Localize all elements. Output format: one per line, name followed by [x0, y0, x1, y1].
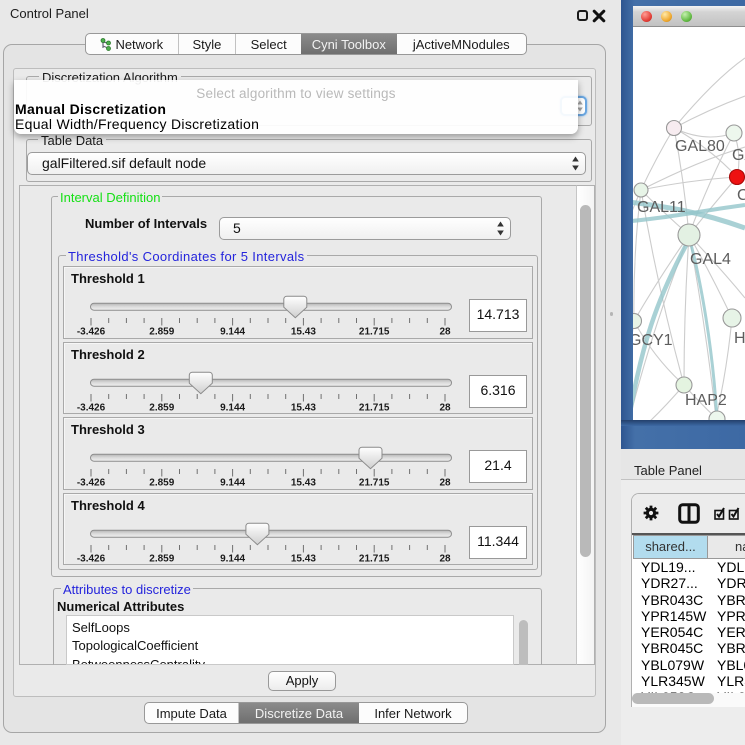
svg-text:2.859: 2.859 [149, 402, 174, 413]
svg-text:21.715: 21.715 [359, 402, 390, 413]
svg-text:-3.426: -3.426 [77, 402, 106, 413]
svg-text:21.715: 21.715 [359, 478, 390, 489]
svg-text:15.43: 15.43 [291, 327, 316, 338]
svg-text:2.859: 2.859 [149, 327, 174, 338]
svg-text:21.715: 21.715 [359, 553, 390, 564]
svg-text:C: C [737, 187, 745, 204]
svg-text:-3.426: -3.426 [77, 327, 106, 338]
svg-text:HAP2: HAP2 [685, 392, 727, 409]
svg-text:15.43: 15.43 [291, 478, 316, 489]
svg-text:GAL80: GAL80 [675, 138, 725, 155]
svg-text:28: 28 [439, 478, 451, 489]
svg-text:28: 28 [439, 402, 451, 413]
svg-text:15.43: 15.43 [291, 402, 316, 413]
svg-text:2.859: 2.859 [149, 553, 174, 564]
svg-text:GAL4: GAL4 [690, 251, 731, 268]
svg-text:2.859: 2.859 [149, 478, 174, 489]
svg-text:GA: GA [732, 147, 745, 164]
svg-text:28: 28 [439, 553, 451, 564]
svg-text:21.715: 21.715 [359, 327, 390, 338]
svg-text:9.144: 9.144 [220, 553, 245, 564]
svg-text:28: 28 [439, 327, 451, 338]
svg-text:H: H [734, 330, 745, 347]
svg-text:GAL11: GAL11 [637, 199, 686, 216]
svg-text:15.43: 15.43 [291, 553, 316, 564]
svg-text:GCY1: GCY1 [633, 332, 673, 349]
svg-text:-3.426: -3.426 [77, 553, 106, 564]
svg-text:9.144: 9.144 [220, 327, 245, 338]
svg-text:-3.426: -3.426 [77, 478, 106, 489]
svg-text:9.144: 9.144 [220, 402, 245, 413]
svg-text:9.144: 9.144 [220, 478, 245, 489]
